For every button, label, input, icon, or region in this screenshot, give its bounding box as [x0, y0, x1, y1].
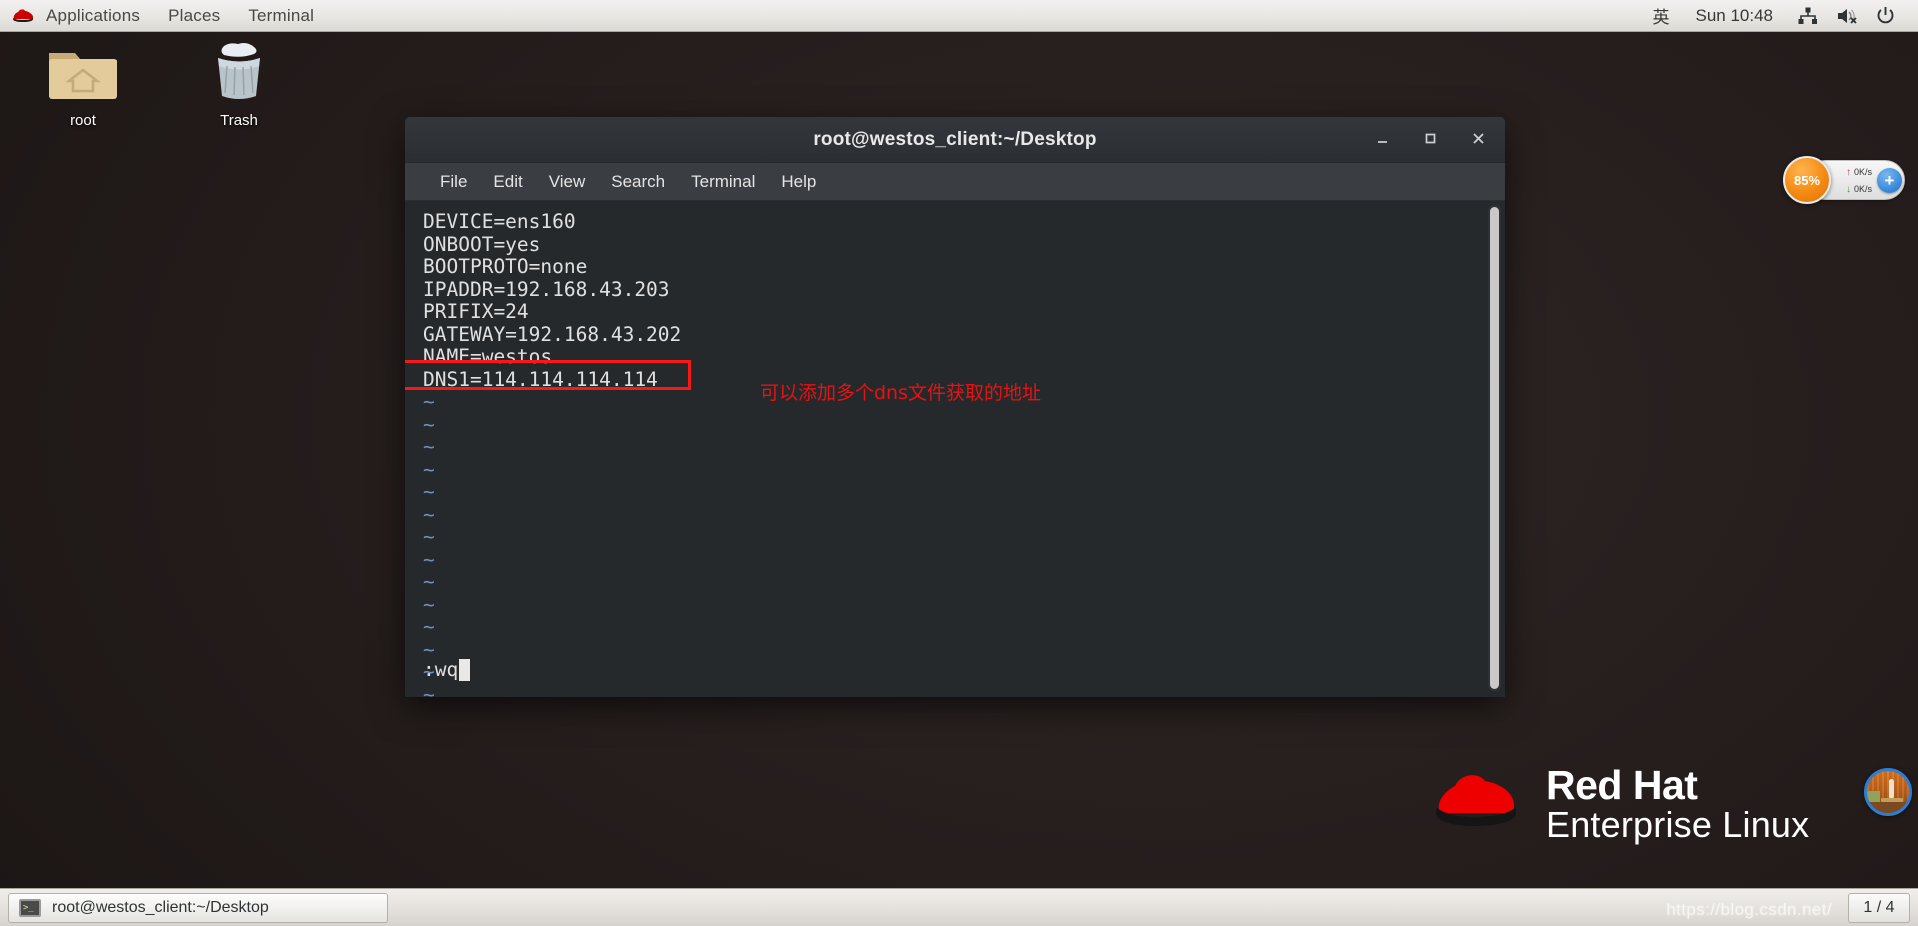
input-method-indicator[interactable]: 英: [1642, 3, 1679, 28]
terminal-title: root@westos_client:~/Desktop: [813, 128, 1097, 150]
taskbar-window-button[interactable]: >_ root@westos_client:~/Desktop: [8, 892, 388, 923]
download-rate-label: 0K/s: [1854, 184, 1873, 194]
menu-view[interactable]: View: [536, 170, 599, 194]
desktop-icon-root-label: root: [70, 112, 96, 129]
vi-tilde-line: ~: [423, 435, 435, 458]
menu-search[interactable]: Search: [598, 170, 678, 194]
menu-terminal-menu-label: Terminal: [691, 171, 756, 191]
clock[interactable]: Sun 10:48: [1679, 6, 1789, 26]
menu-edit[interactable]: Edit: [480, 170, 535, 194]
volume-muted-icon[interactable]: [1827, 7, 1867, 25]
vi-tilde-line: ~: [423, 525, 435, 548]
vi-tilde-line: ~: [423, 682, 435, 697]
rhel-brand-line2: Enterprise Linux: [1546, 803, 1810, 845]
menu-terminal-menu[interactable]: Terminal: [678, 170, 768, 194]
wallpaper-thumb-lamp: [1889, 779, 1894, 799]
maximize-button[interactable]: [1421, 131, 1439, 149]
top-panel-right: 英 Sun 10:48: [1642, 0, 1918, 31]
red-annotation-text: 可以添加多个dns文件获取的地址: [760, 382, 1042, 404]
workspace-indicator[interactable]: 1 / 4: [1848, 892, 1910, 923]
wallpaper-thumb-floor: [1867, 802, 1909, 813]
netspeed-widget[interactable]: ↑ 0K/s ↓ 0K/s + 85%: [1783, 156, 1905, 204]
terminal-line: IPADDR=192.168.43.203: [423, 277, 670, 301]
upload-rate-label: 0K/s: [1854, 167, 1873, 177]
close-button[interactable]: [1469, 131, 1487, 149]
vi-tilde-line: ~: [423, 570, 435, 593]
menu-file-label: File: [440, 171, 468, 191]
terminal-line: GATEWAY=192.168.43.202: [423, 322, 682, 346]
menu-applications-label: Applications: [46, 5, 141, 25]
rhel-branding: Red Hat Enterprise Linux: [1428, 762, 1810, 845]
vi-tilde-line: ~: [423, 592, 435, 616]
wallpaper-thumbnail-widget[interactable]: [1864, 768, 1912, 816]
desktop-screen: Applications Places Terminal 英 Sun 10:48: [0, 0, 1918, 926]
netspeed-add-button[interactable]: +: [1877, 168, 1902, 193]
clock-label: Sun 10:48: [1695, 5, 1773, 25]
rhel-branding-text: Red Hat Enterprise Linux: [1546, 762, 1810, 845]
vi-tilde-line: ~: [423, 480, 435, 503]
vi-tilde-line: ~: [423, 615, 435, 638]
terminal-scrollbar[interactable]: [1488, 205, 1501, 691]
menu-edit-label: Edit: [493, 171, 523, 191]
menu-view-label: View: [548, 171, 586, 191]
vi-tilde-line: ~: [423, 457, 435, 481]
terminal-menubar: File Edit View Search Terminal Help: [405, 163, 1505, 201]
terminal-output: DEVICE=ens160 ONBOOT=yes BOOTPROTO=none IPA…: [423, 210, 682, 697]
terminal-window[interactable]: root@westos_client:~/Desktop File Edit V…: [405, 117, 1505, 697]
menu-file[interactable]: File: [427, 170, 480, 194]
terminal-icon: >_: [19, 898, 41, 917]
menu-help-label: Help: [781, 171, 817, 191]
network-icon[interactable]: [1789, 7, 1827, 25]
desktop-icon-root[interactable]: root: [28, 42, 138, 129]
vi-tilde-line: ~: [423, 502, 435, 526]
vi-tilde-line: ~: [423, 412, 435, 436]
desktop-icon-trash[interactable]: Trash: [184, 42, 294, 129]
netspeed-upload-row: ↑ 0K/s: [1846, 164, 1872, 181]
menu-terminal[interactable]: Terminal: [234, 0, 328, 31]
netspeed-percent-badge[interactable]: 85%: [1783, 156, 1831, 204]
minimize-button[interactable]: [1373, 131, 1391, 149]
top-panel-left: Applications Places Terminal: [0, 0, 328, 31]
terminal-scrollbar-thumb[interactable]: [1490, 207, 1499, 689]
vi-command-text: :wq: [423, 658, 459, 681]
terminal-titlebar[interactable]: root@westos_client:~/Desktop: [405, 117, 1505, 163]
menu-terminal-label: Terminal: [248, 5, 315, 25]
terminal-line: DNS1=114.114.114.114: [423, 367, 658, 391]
netspeed-download-row: ↓ 0K/s: [1846, 181, 1872, 198]
menu-applications[interactable]: Applications: [32, 0, 154, 31]
menu-help[interactable]: Help: [768, 170, 829, 194]
trash-full-icon: [184, 42, 294, 104]
download-arrow-icon: ↓: [1846, 184, 1851, 195]
menu-places[interactable]: Places: [154, 0, 234, 31]
taskbar-window-label: root@westos_client:~/Desktop: [52, 898, 269, 916]
vi-tilde-line: ~: [423, 547, 435, 571]
terminal-line: DEVICE=ens160: [423, 210, 576, 233]
vi-command-line: :wq: [423, 658, 471, 681]
vi-tilde-line: ~: [423, 390, 435, 413]
rhel-brand-line1: Red Hat: [1546, 762, 1698, 808]
menu-search-label: Search: [611, 171, 666, 191]
desktop-icon-trash-label: Trash: [220, 112, 258, 129]
home-folder-icon: [28, 42, 138, 104]
upload-arrow-icon: ↑: [1846, 167, 1851, 178]
menu-places-label: Places: [168, 5, 221, 25]
top-panel: Applications Places Terminal 英 Sun 10:48: [0, 0, 1918, 32]
text-cursor: [459, 658, 471, 681]
taskbar: >_ root@westos_client:~/Desktop 1 / 4: [0, 888, 1918, 926]
terminal-line: BOOTPROTO=none: [423, 255, 588, 278]
terminal-line: ONBOOT=yes: [423, 232, 541, 256]
watermark-text: https://blog.csdn.net/: [1666, 900, 1832, 919]
terminal-line: PRIFIX=24: [423, 300, 529, 323]
input-method-label: 英: [1652, 8, 1670, 27]
power-icon[interactable]: [1867, 6, 1904, 25]
workspace-label: 1 / 4: [1863, 898, 1895, 916]
terminal-line: NAME=westos: [423, 345, 553, 368]
netspeed-rates: ↑ 0K/s ↓ 0K/s: [1846, 164, 1872, 198]
window-controls: [1373, 117, 1487, 163]
terminal-prompt-glyph: >_: [23, 902, 34, 913]
redhat-fedora-icon: [1428, 771, 1524, 838]
terminal-body[interactable]: DEVICE=ens160 ONBOOT=yes BOOTPROTO=none IPA…: [405, 201, 1505, 697]
